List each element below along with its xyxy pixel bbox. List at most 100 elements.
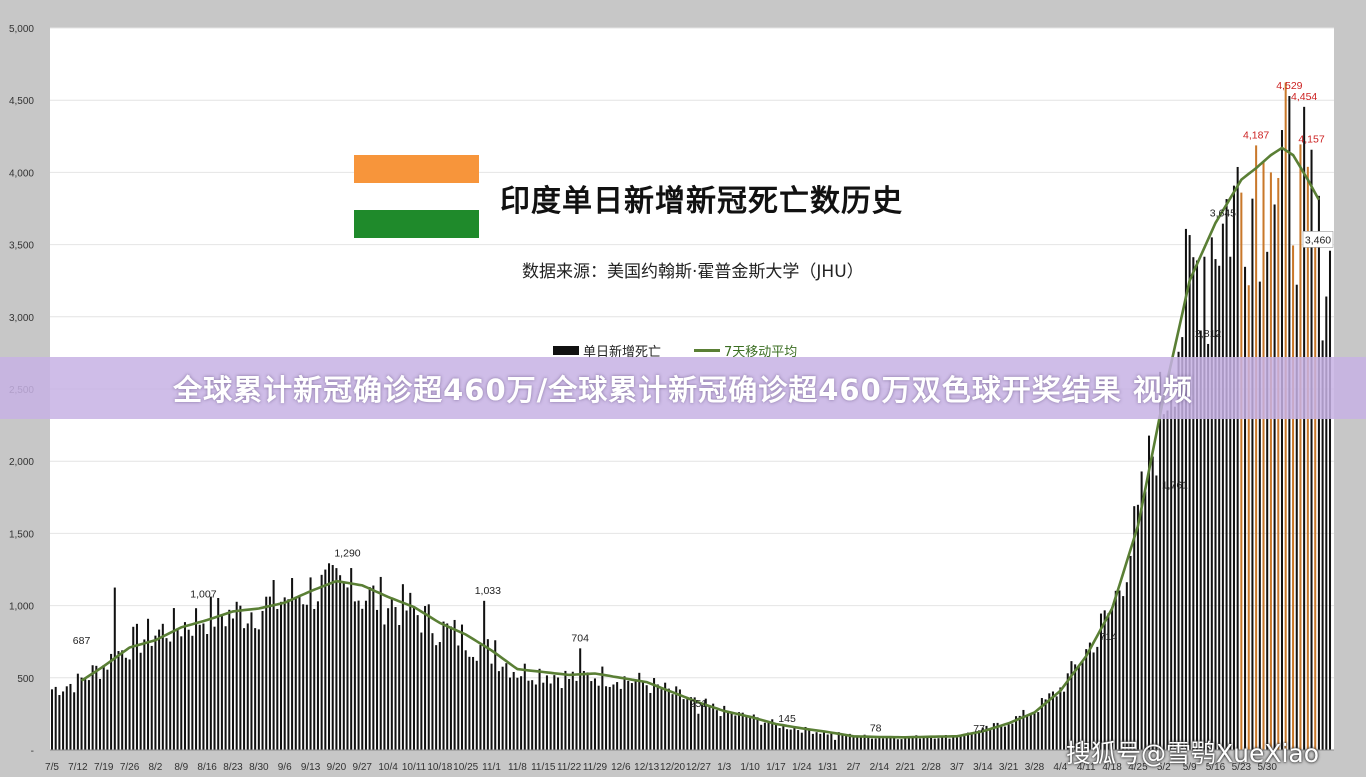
data-label: 78: [870, 723, 882, 735]
x-tick-label: 11/29: [583, 762, 608, 773]
daily-death-bar: [250, 612, 253, 750]
daily-death-bar: [235, 601, 238, 750]
daily-death-bar: [878, 737, 881, 750]
y-tick-label: 4,000: [9, 168, 34, 179]
daily-death-bar: [324, 569, 327, 750]
daily-death-bar: [568, 678, 571, 750]
daily-death-bar: [268, 596, 271, 750]
daily-death-bar: [749, 718, 752, 750]
daily-death-bar: [1166, 410, 1169, 750]
daily-death-bar: [206, 634, 209, 750]
daily-death-bar: [357, 600, 360, 750]
daily-death-bar: [1258, 281, 1261, 750]
y-tick-label: 3,500: [9, 241, 34, 252]
x-tick-label: 8/16: [197, 762, 217, 773]
daily-death-bar: [726, 711, 729, 750]
headline-banner[interactable]: 全球累计新冠确诊超460万/全球累计新冠确诊超460万双色球开奖结果 视频: [0, 357, 1366, 419]
daily-death-bar: [313, 608, 316, 750]
daily-death-bar: [664, 682, 667, 750]
daily-death-bar: [1288, 96, 1291, 751]
daily-death-bar: [896, 739, 899, 750]
daily-death-bar: [187, 629, 190, 750]
daily-death-bar: [1007, 724, 1010, 750]
x-tick-label: 2/14: [870, 762, 890, 773]
daily-death-bar: [431, 633, 434, 750]
daily-death-bar: [394, 607, 397, 750]
daily-death-bar: [1244, 266, 1247, 750]
daily-death-bar: [612, 684, 615, 750]
daily-death-bar: [161, 623, 164, 750]
daily-death-bar: [830, 732, 833, 750]
y-tick-label: 1,500: [9, 529, 34, 540]
daily-death-bar: [62, 691, 65, 750]
daily-death-bar: [335, 568, 338, 750]
daily-death-bar: [1273, 204, 1276, 750]
daily-death-bar: [819, 733, 822, 750]
data-label: 1,007: [190, 589, 216, 601]
daily-death-bar: [1033, 712, 1036, 750]
chart-title: 印度单日新增新冠死亡数历史: [500, 184, 903, 219]
daily-death-bar: [1173, 406, 1176, 750]
daily-death-bar: [376, 609, 379, 750]
daily-death-bar: [50, 689, 54, 750]
x-tick-label: 8/9: [174, 762, 188, 773]
flag-green-stripe: [354, 210, 479, 238]
daily-death-bar: [176, 628, 179, 750]
daily-death-bar: [69, 683, 72, 750]
daily-death-bar: [316, 601, 319, 750]
daily-death-bar: [1000, 724, 1003, 750]
legend-bar-swatch: [553, 346, 579, 355]
data-label: 3,645: [1210, 208, 1236, 220]
daily-death-bar: [183, 622, 186, 750]
daily-death-bar: [734, 715, 737, 750]
daily-death-bar: [745, 716, 748, 750]
y-tick-label: 1,000: [9, 602, 34, 613]
data-label: 4,187: [1243, 129, 1269, 141]
flag-white-stripe: [354, 183, 479, 237]
x-tick-label: 11/22: [557, 762, 582, 773]
daily-death-bar: [80, 677, 83, 750]
daily-death-bar: [1111, 607, 1114, 750]
y-tick-label: -: [31, 746, 34, 757]
x-tick-label: 9/13: [301, 762, 321, 773]
india-flag: [354, 155, 479, 238]
daily-death-bar: [409, 592, 412, 750]
daily-death-bar: [752, 714, 755, 750]
daily-death-bar: [1051, 691, 1054, 750]
daily-death-bar: [416, 615, 419, 750]
daily-death-bar: [1011, 723, 1014, 750]
x-tick-label: 10/4: [378, 762, 398, 773]
daily-death-bar: [106, 669, 109, 750]
x-tick-label: 11/1: [482, 762, 501, 773]
daily-death-bar: [619, 688, 622, 750]
source-watermark: 搜狐号@雪鹗XueXiao: [1066, 739, 1320, 768]
daily-death-bar: [246, 623, 249, 750]
daily-death-bar: [623, 676, 626, 750]
daily-death-bar: [822, 731, 825, 750]
daily-death-bar: [424, 606, 427, 750]
daily-death-bar: [438, 642, 441, 750]
daily-death-bar: [195, 608, 198, 750]
daily-death-bar: [265, 596, 268, 750]
daily-death-bar: [763, 722, 766, 750]
daily-death-bar: [191, 635, 194, 750]
daily-death-bar: [1159, 371, 1162, 750]
daily-death-bar: [1262, 161, 1265, 750]
data-label: 1,761: [1162, 480, 1188, 492]
daily-death-bar: [638, 672, 641, 750]
daily-death-bar: [811, 733, 814, 750]
x-tick-label: 7/19: [94, 762, 114, 773]
daily-death-bar: [797, 730, 800, 750]
daily-death-bar: [165, 638, 168, 750]
daily-death-bar: [1147, 435, 1151, 750]
daily-death-bar: [545, 675, 548, 750]
data-label: 2,812: [1195, 328, 1221, 340]
daily-death-bar: [701, 703, 704, 750]
daily-death-bar: [789, 729, 792, 750]
daily-death-bar: [959, 736, 962, 750]
daily-death-bar: [1314, 238, 1317, 750]
x-tick-label: 1/24: [792, 762, 812, 773]
daily-death-bar: [1003, 726, 1006, 750]
daily-death-bar: [331, 565, 334, 750]
x-tick-label: 10/11: [402, 762, 427, 773]
